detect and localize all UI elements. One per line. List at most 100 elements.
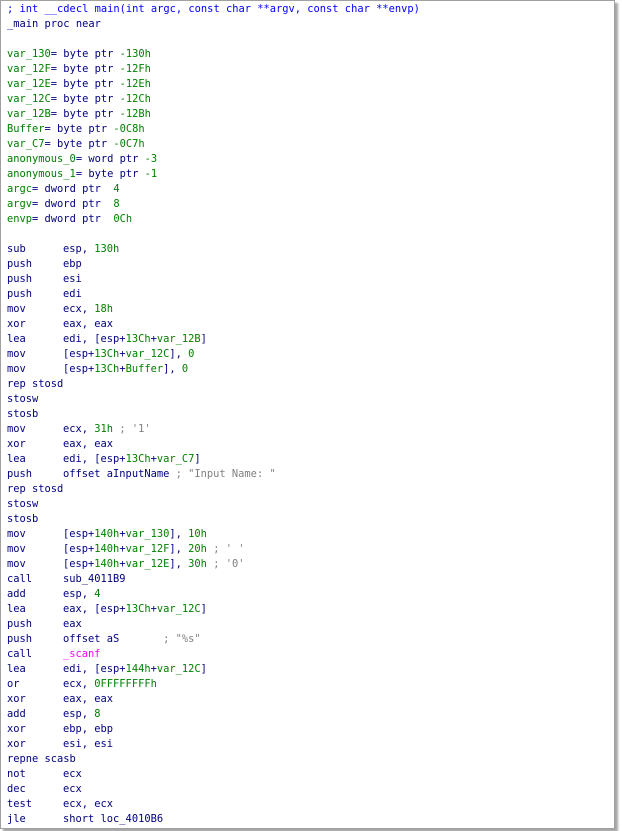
- code-token[interactable]: 4: [113, 183, 119, 195]
- code-token[interactable]: var_130: [7, 48, 51, 60]
- code-line[interactable]: lea edi, [esp+13Ch+var_12B]: [7, 332, 420, 347]
- code-token[interactable]: short loc_4010B6: [63, 813, 163, 825]
- code-line[interactable]: mov [esp+13Ch+Buffer], 0: [7, 362, 420, 377]
- code-token[interactable]: 10h: [188, 528, 207, 540]
- mnemonic[interactable]: add: [7, 707, 63, 722]
- code-line[interactable]: rep stosd: [7, 377, 420, 392]
- code-token[interactable]: ],: [169, 528, 188, 540]
- mnemonic[interactable]: mov: [7, 542, 63, 557]
- mnemonic[interactable]: push: [7, 467, 63, 482]
- code-token[interactable]: _scanf: [63, 648, 101, 660]
- code-token[interactable]: ],: [169, 348, 188, 360]
- code-token[interactable]: 140h: [94, 528, 119, 540]
- code-token[interactable]: argv: [7, 198, 32, 210]
- code-line[interactable]: lea eax, [esp+13Ch+var_12C]: [7, 602, 420, 617]
- mnemonic[interactable]: call: [7, 647, 63, 662]
- code-line[interactable]: xor esi, esi: [7, 737, 420, 752]
- mnemonic[interactable]: dec: [7, 782, 63, 797]
- mnemonic[interactable]: test: [7, 797, 63, 812]
- code-token[interactable]: ebp, ebp: [63, 723, 113, 735]
- code-token[interactable]: 0: [182, 363, 188, 375]
- code-token[interactable]: = byte ptr: [51, 93, 120, 105]
- code-token[interactable]: 140h: [94, 543, 119, 555]
- mnemonic[interactable]: sub: [7, 242, 63, 257]
- code-line[interactable]: dec ecx: [7, 782, 420, 797]
- code-token[interactable]: 144h: [126, 663, 151, 675]
- code-line[interactable]: ; int __cdecl main(int argc, const char …: [7, 2, 420, 17]
- code-token[interactable]: -12Fh: [120, 63, 151, 75]
- code-line[interactable]: stosb: [7, 407, 420, 422]
- code-token[interactable]: stosb: [7, 513, 38, 525]
- code-token[interactable]: 13Ch: [94, 348, 119, 360]
- code-token[interactable]: 30h: [188, 558, 207, 570]
- mnemonic[interactable]: mov: [7, 422, 63, 437]
- code-token[interactable]: edi, [esp+: [63, 663, 126, 675]
- mnemonic[interactable]: not: [7, 767, 63, 782]
- code-token[interactable]: Buffer: [126, 363, 164, 375]
- code-token[interactable]: offset aInputName: [63, 468, 169, 480]
- code-token[interactable]: 0: [188, 348, 194, 360]
- code-line[interactable]: call _scanf: [7, 647, 420, 662]
- code-token[interactable]: stosb: [7, 408, 38, 420]
- code-line[interactable]: stosw: [7, 497, 420, 512]
- code-line[interactable]: xor ebp, ebp: [7, 722, 420, 737]
- code-token[interactable]: = dword ptr: [32, 213, 113, 225]
- code-token[interactable]: 13Ch: [126, 333, 151, 345]
- mnemonic[interactable]: mov: [7, 557, 63, 572]
- code-token[interactable]: anonymous_1: [7, 168, 76, 180]
- code-token[interactable]: esi, esi: [63, 738, 113, 750]
- mnemonic[interactable]: add: [7, 587, 63, 602]
- code-token[interactable]: -0C7h: [113, 138, 144, 150]
- code-line[interactable]: add esp, 8: [7, 707, 420, 722]
- code-token[interactable]: -0C8h: [113, 123, 144, 135]
- code-token[interactable]: = dword ptr: [32, 183, 113, 195]
- code-token[interactable]: esp,: [63, 708, 94, 720]
- mnemonic[interactable]: jle: [7, 812, 63, 827]
- code-token[interactable]: _main: [7, 18, 38, 30]
- code-token[interactable]: eax, eax: [63, 438, 113, 450]
- code-token[interactable]: rep stosd: [7, 378, 63, 390]
- code-token[interactable]: edi, [esp+: [63, 333, 126, 345]
- code-token[interactable]: 18h: [94, 303, 113, 315]
- code-token[interactable]: ]: [201, 663, 207, 675]
- code-line[interactable]: Buffer= byte ptr -0C8h: [7, 122, 420, 137]
- code-line[interactable]: mov ecx, 18h: [7, 302, 420, 317]
- code-token[interactable]: -130h: [120, 48, 151, 60]
- code-token[interactable]: offset aS: [63, 633, 163, 645]
- mnemonic[interactable]: lea: [7, 602, 63, 617]
- code-line[interactable]: push edi: [7, 287, 420, 302]
- code-token[interactable]: esi: [63, 273, 82, 285]
- code-token[interactable]: = byte ptr: [76, 168, 145, 180]
- code-token[interactable]: esp,: [63, 588, 94, 600]
- code-token[interactable]: rep stosd: [7, 483, 63, 495]
- code-token[interactable]: var_130: [126, 528, 170, 540]
- mnemonic[interactable]: push: [7, 287, 63, 302]
- code-token[interactable]: ; "%s": [163, 633, 201, 645]
- code-token[interactable]: = byte ptr: [51, 63, 120, 75]
- mnemonic[interactable]: xor: [7, 737, 63, 752]
- code-line[interactable]: repne scasb: [7, 752, 420, 767]
- code-line[interactable]: argv= dword ptr 8: [7, 197, 420, 212]
- code-token[interactable]: -1: [145, 168, 158, 180]
- code-token[interactable]: 20h: [188, 543, 207, 555]
- code-token[interactable]: 130h: [94, 243, 119, 255]
- code-token[interactable]: [esp+: [63, 558, 94, 570]
- code-line[interactable]: jle short loc_4010B6: [7, 812, 420, 827]
- code-token[interactable]: ecx, ecx: [63, 798, 113, 810]
- code-line[interactable]: add esp, 4: [7, 587, 420, 602]
- code-token[interactable]: [esp+: [63, 543, 94, 555]
- code-token[interactable]: var_12E: [126, 558, 170, 570]
- code-token[interactable]: Buffer: [7, 123, 45, 135]
- code-line[interactable]: stosb: [7, 512, 420, 527]
- code-token[interactable]: var_C7: [157, 453, 195, 465]
- code-token[interactable]: ; "Input Name: ": [169, 468, 276, 480]
- code-token[interactable]: [esp+: [63, 528, 94, 540]
- mnemonic[interactable]: lea: [7, 332, 63, 347]
- code-line[interactable]: mov [esp+140h+var_12E], 30h ; '0': [7, 557, 420, 572]
- code-token[interactable]: 31h: [94, 423, 113, 435]
- code-token[interactable]: = byte ptr: [45, 123, 114, 135]
- code-token[interactable]: -12Bh: [120, 108, 151, 120]
- code-line[interactable]: argc= dword ptr 4: [7, 182, 420, 197]
- mnemonic[interactable]: mov: [7, 527, 63, 542]
- mnemonic[interactable]: mov: [7, 302, 63, 317]
